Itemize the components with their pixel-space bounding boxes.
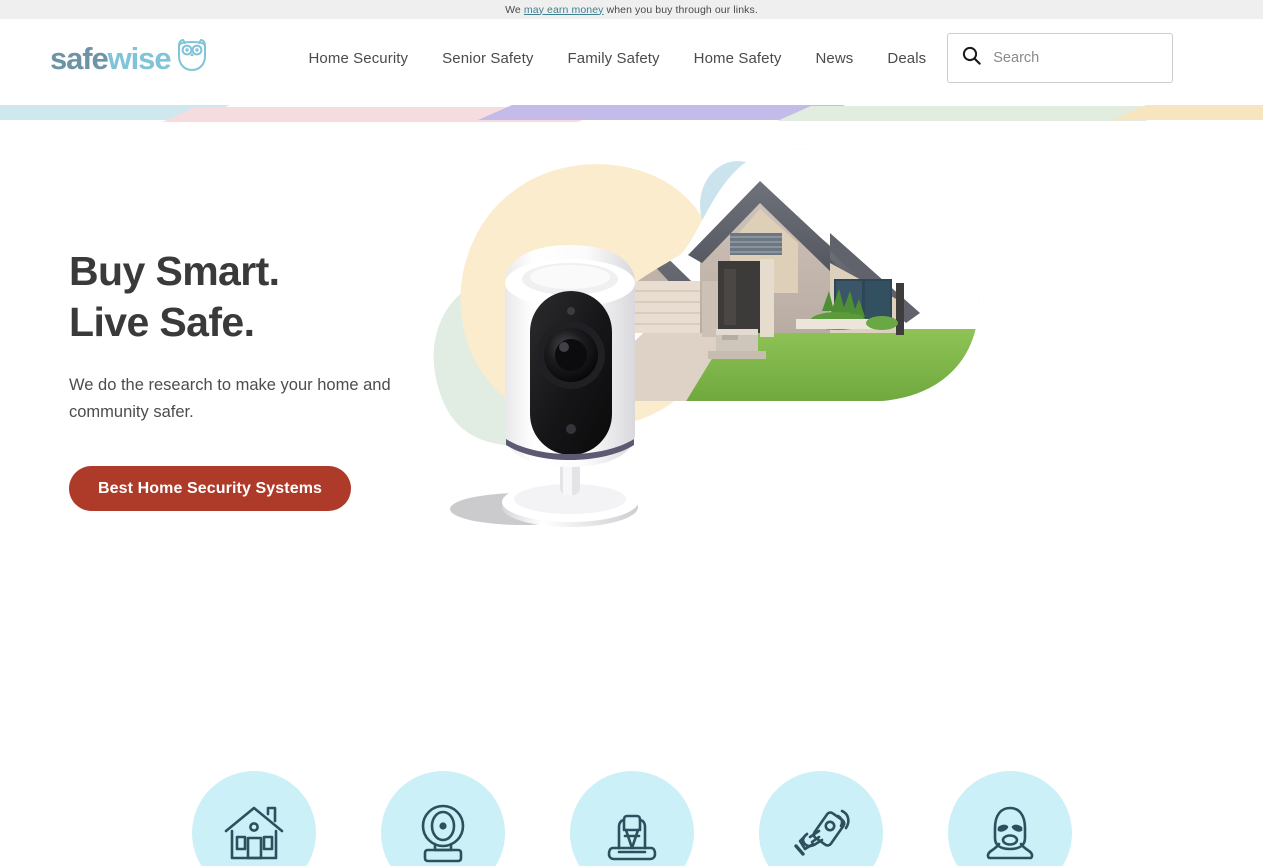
hero-title: Buy Smart. Live Safe.: [69, 246, 449, 348]
nav-item-home-security[interactable]: Home Security: [308, 50, 408, 67]
logo-text-safe: safe: [50, 40, 109, 76]
logo-text-wise: wise: [107, 40, 172, 76]
logo-safewise[interactable]: safewise: [50, 38, 208, 79]
hero-section: Buy Smart. Live Safe. We do the research…: [0, 125, 1263, 866]
hero-title-line1: Buy Smart.: [69, 248, 280, 294]
hero-copy: Buy Smart. Live Safe. We do the research…: [69, 246, 449, 512]
nav-item-senior-safety[interactable]: Senior Safety: [442, 50, 533, 67]
best-home-security-systems-button[interactable]: Best Home Security Systems: [69, 466, 352, 512]
disclaimer-suffix: when you buy through our links.: [603, 3, 758, 16]
house-icon: [221, 800, 287, 866]
search-icon[interactable]: [962, 46, 981, 70]
category-personal-safety[interactable]: Personal Safety: [915, 771, 1104, 866]
nav-item-deals[interactable]: Deals: [887, 50, 926, 67]
car-seat-icon: [599, 800, 665, 866]
nav-item-home-safety[interactable]: Home Safety: [694, 50, 782, 67]
category-senior-safety[interactable]: Senior Safety: [726, 771, 915, 866]
affiliate-disclaimer-bar: We may earn money when you buy through o…: [0, 0, 1263, 19]
site-header: safewise Home Security Senior Safety Fam…: [0, 19, 1263, 97]
hero-subtitle: We do the research to make your home and…: [69, 375, 391, 421]
hero-illustration: [430, 133, 1170, 573]
search-input[interactable]: [993, 50, 1159, 66]
decorative-color-band: [0, 97, 1263, 125]
category-icon-wrapper: [380, 771, 505, 866]
search-box[interactable]: [947, 33, 1174, 83]
owl-icon: [176, 38, 208, 77]
may-earn-money-link[interactable]: may earn money: [524, 4, 604, 16]
hero-illustration-svg: [433, 149, 979, 527]
hero-title-line2: Live Safe.: [69, 298, 255, 345]
balaclava-mask-icon: [977, 800, 1043, 866]
category-icon-wrapper: [569, 771, 694, 866]
nav-item-news[interactable]: News: [815, 50, 853, 67]
category-icon-wrapper: [758, 771, 883, 866]
security-camera-icon: [410, 800, 476, 866]
logo-wordmark: safewise: [50, 40, 172, 76]
category-home-security[interactable]: Home Security: [159, 771, 348, 866]
main-navigation: Home Security Senior Safety Family Safet…: [308, 50, 926, 67]
color-band-svg: [0, 105, 1263, 122]
category-icon-wrapper: [191, 771, 316, 866]
category-shortcuts: Home Security Security Cameras: [0, 771, 1263, 866]
nav-item-family-safety[interactable]: Family Safety: [568, 50, 660, 67]
disclaimer-prefix: We: [505, 3, 524, 16]
category-security-cameras[interactable]: Security Cameras: [348, 771, 537, 866]
medical-alert-icon: [788, 800, 854, 866]
category-kid-pet-safety[interactable]: Kid & Pet Safety: [537, 771, 726, 866]
category-icon-wrapper: [947, 771, 1072, 866]
